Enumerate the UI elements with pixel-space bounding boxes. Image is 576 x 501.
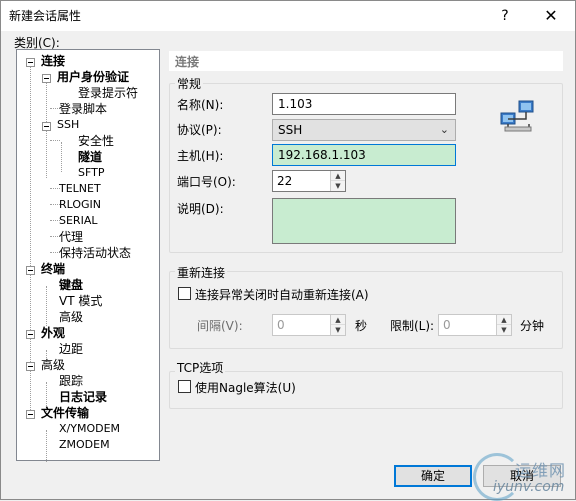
tree-item-sftp[interactable]: SFTP — [78, 165, 104, 181]
port-down-arrow-icon[interactable]: ▼ — [331, 181, 345, 191]
tree-item-keyboard[interactable]: 键盘 — [59, 277, 83, 293]
reconnect-group — [169, 271, 563, 349]
tree-item-terminal[interactable]: 终端 — [41, 261, 65, 277]
limit-up-arrow-icon[interactable]: ▲ — [497, 315, 511, 325]
tree-item-vt-mode[interactable]: VT 模式 — [59, 293, 102, 309]
tree-item-zmodem[interactable]: ZMODEM — [59, 437, 110, 453]
tree-item-security[interactable]: 安全性 — [78, 133, 114, 149]
tree-item-advanced[interactable]: 高级 — [59, 309, 83, 325]
minutes-unit: 分钟 — [520, 319, 545, 333]
description-field[interactable] — [272, 198, 456, 244]
interval-value: 0 — [277, 318, 285, 332]
tree-item-login-prompt[interactable]: 登录提示符 — [78, 85, 138, 101]
nagle-checkbox[interactable] — [178, 380, 191, 393]
tree-item-ssh[interactable]: SSH — [57, 117, 79, 133]
panel-header: 连接 — [169, 51, 563, 71]
tree-item-tunnel[interactable]: 隧道 — [78, 149, 102, 165]
close-button[interactable]: ✕ — [529, 1, 573, 31]
tree-item-advanced-root[interactable]: 高级 — [41, 357, 65, 373]
watermark-text-line2: iyunv.com — [493, 479, 565, 495]
limit-value: 0 — [443, 318, 451, 332]
limit-spinner[interactable]: 0 ▲ ▼ — [438, 314, 512, 336]
host-label: 主机(H): — [177, 149, 224, 163]
seconds-unit: 秒 — [355, 319, 368, 333]
tree-item-appearance[interactable]: 外观 — [41, 325, 65, 341]
protocol-select-value: SSH — [278, 123, 303, 137]
collapse-terminal-icon[interactable] — [26, 266, 35, 275]
tree-item-telnet[interactable]: TELNET — [59, 181, 101, 197]
tree-item-user-auth[interactable]: 用户身份验证 — [57, 69, 129, 85]
interval-label: 间隔(V): — [197, 319, 243, 333]
auto-reconnect-label: 连接异常关闭时自动重新连接(A) — [195, 288, 369, 302]
interval-up-arrow-icon[interactable]: ▲ — [331, 315, 345, 325]
port-value: 22 — [277, 174, 293, 188]
help-button[interactable]: ? — [483, 1, 527, 31]
tree-item-rlogin[interactable]: RLOGIN — [59, 197, 101, 213]
dialog-title: 新建会话属性 — [9, 9, 82, 23]
tree-item-trace[interactable]: 跟踪 — [59, 373, 83, 389]
port-up-arrow-icon[interactable]: ▲ — [331, 171, 345, 181]
interval-down-arrow-icon[interactable]: ▼ — [331, 325, 345, 335]
chevron-down-icon: ⌄ — [439, 123, 449, 136]
name-label: 名称(N): — [177, 98, 224, 112]
title-bar: 新建会话属性 ? ✕ — [1, 1, 575, 31]
limit-label: 限制(L): — [390, 319, 435, 333]
session-properties-dialog: 新建会话属性 ? ✕ 类别(C): 连接 用户身份验证 登录提示符 登录脚本 S… — [0, 0, 576, 501]
network-icon — [500, 100, 534, 132]
watermark: 运维网 iyunv.com — [469, 453, 576, 501]
tree-item-margin[interactable]: 边距 — [59, 341, 83, 357]
watermark-text-line1: 运维网 — [515, 461, 567, 480]
host-field[interactable]: 192.168.1.103 — [272, 144, 456, 166]
tree-item-keepalive[interactable]: 保持活动状态 — [59, 245, 131, 261]
auto-reconnect-checkbox[interactable] — [178, 287, 191, 300]
port-label: 端口号(O): — [177, 175, 236, 189]
tree-item-login-script[interactable]: 登录脚本 — [59, 101, 107, 117]
collapse-user-auth-icon[interactable] — [42, 74, 51, 83]
collapse-file-transfer-icon[interactable] — [26, 410, 35, 419]
tree-item-serial[interactable]: SERIAL — [59, 213, 97, 229]
tree-item-connection[interactable]: 连接 — [41, 53, 65, 69]
category-tree[interactable]: 连接 用户身份验证 登录提示符 登录脚本 SSH 安全性 隧道 SFTP TEL… — [16, 49, 160, 462]
limit-down-arrow-icon[interactable]: ▼ — [497, 325, 511, 335]
tree-item-xymodem[interactable]: X/YMODEM — [59, 421, 120, 437]
tree-item-logging[interactable]: 日志记录 — [59, 389, 107, 405]
tcp-options-group-title: TCP选项 — [175, 359, 226, 376]
ok-button[interactable]: 确定 — [394, 465, 472, 487]
collapse-advanced-icon[interactable] — [26, 362, 35, 371]
reconnect-group-title: 重新连接 — [175, 264, 228, 281]
interval-spinner[interactable]: 0 ▲ ▼ — [272, 314, 346, 336]
description-label: 说明(D): — [177, 202, 224, 216]
collapse-ssh-icon[interactable] — [42, 122, 51, 131]
name-field[interactable]: 1.103 — [272, 93, 456, 115]
protocol-label: 协议(P): — [177, 123, 222, 137]
protocol-select[interactable]: SSH ⌄ — [272, 119, 456, 141]
collapse-connection-icon[interactable] — [26, 58, 35, 67]
port-spinner[interactable]: 22 ▲ ▼ — [272, 170, 346, 192]
panel-title: 连接 — [175, 55, 200, 69]
nagle-label: 使用Nagle算法(U) — [195, 381, 296, 395]
tree-item-file-transfer[interactable]: 文件传输 — [41, 405, 89, 421]
general-group-title: 常规 — [175, 75, 204, 92]
collapse-appearance-icon[interactable] — [26, 330, 35, 339]
tree-item-proxy[interactable]: 代理 — [59, 229, 83, 245]
